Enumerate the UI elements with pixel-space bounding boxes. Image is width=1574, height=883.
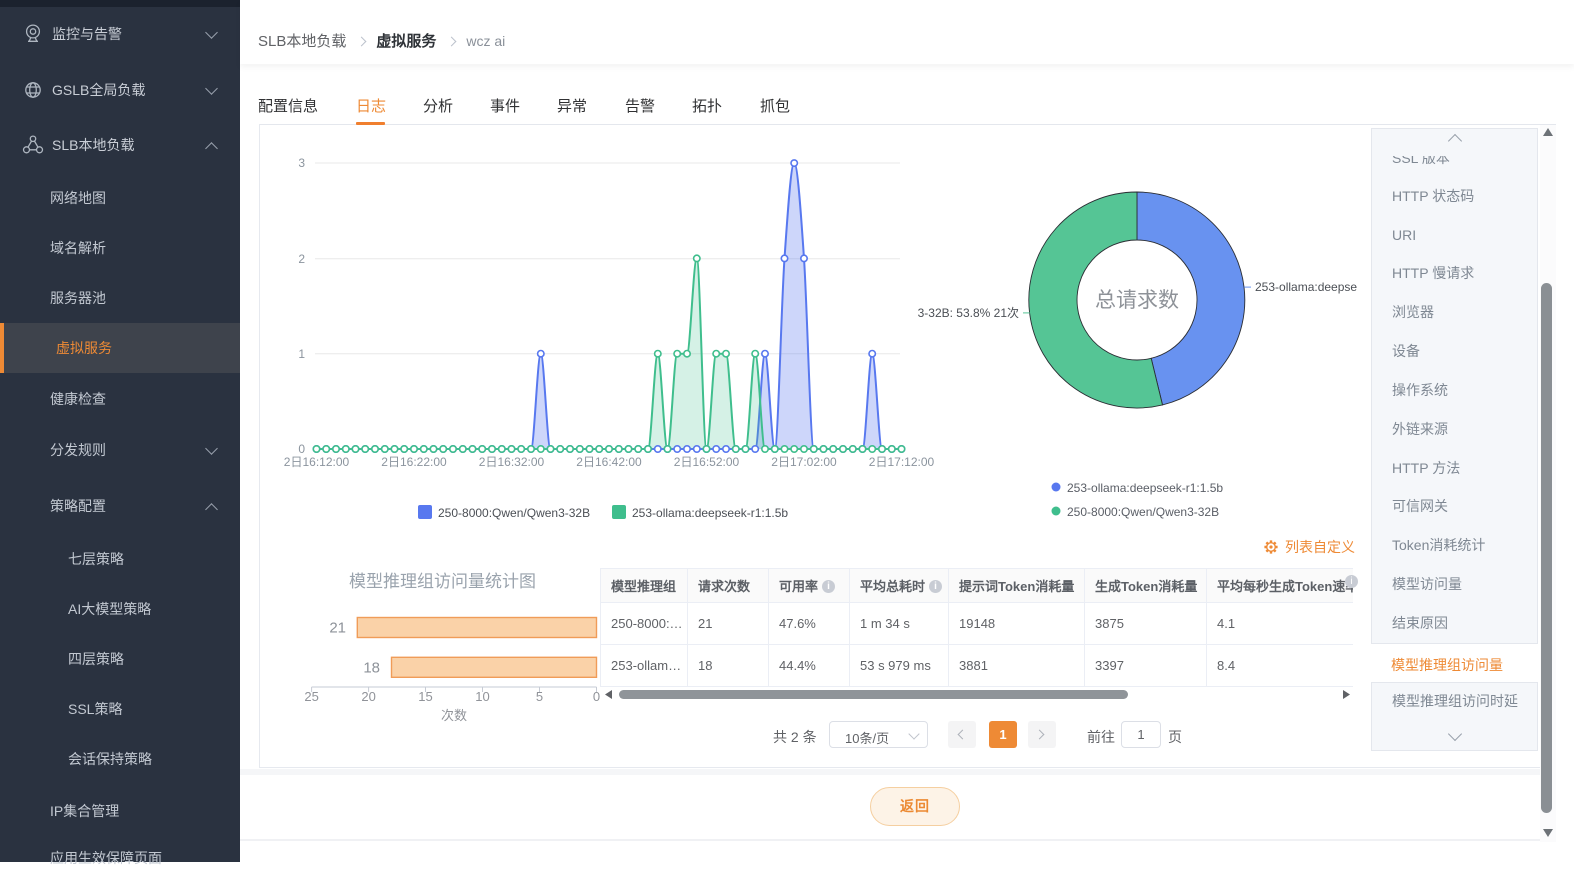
svg-text:20: 20 <box>361 689 375 704</box>
svg-text:2: 2 <box>298 252 305 266</box>
svg-text:2日16:42:00: 2日16:42:00 <box>576 455 642 469</box>
svg-text:2日17:12:00: 2日17:12:00 <box>869 455 935 469</box>
svg-text:2日16:32:00: 2日16:32:00 <box>479 455 545 469</box>
svg-text:2日16:52:00: 2日16:52:00 <box>674 455 740 469</box>
svg-text:18: 18 <box>363 659 380 676</box>
svg-text:5: 5 <box>536 689 543 704</box>
svg-text:1: 1 <box>298 347 305 361</box>
svg-text:2日16:22:00: 2日16:22:00 <box>381 455 447 469</box>
svg-text:253-ollama:deepseek-r1:1.5b: 253-ollama:deepseek-r1:1.5b <box>632 506 788 520</box>
svg-text:次数: 次数 <box>441 708 467 723</box>
svg-text:模型推理组访问量统计图: 模型推理组访问量统计图 <box>349 572 536 591</box>
svg-text:2日17:02:00: 2日17:02:00 <box>771 455 837 469</box>
svg-text:总请求数: 总请求数 <box>1095 289 1179 312</box>
svg-text:25: 25 <box>304 689 318 704</box>
svg-text:3-32B: 53.8% 21次: 3-32B: 53.8% 21次 <box>918 306 1019 320</box>
svg-text:10: 10 <box>475 689 489 704</box>
svg-text:253-ollama:deepse: 253-ollama:deepse <box>1255 280 1357 294</box>
svg-text:3: 3 <box>298 156 305 170</box>
svg-text:列表自定义: 列表自定义 <box>1285 539 1355 555</box>
svg-text:0: 0 <box>593 689 600 704</box>
svg-text:250-8000:Qwen/Qwen3-32B: 250-8000:Qwen/Qwen3-32B <box>1067 505 1219 519</box>
svg-text:15: 15 <box>418 689 432 704</box>
svg-text:2日16:12:00: 2日16:12:00 <box>284 455 350 469</box>
svg-text:250-8000:Qwen/Qwen3-32B: 250-8000:Qwen/Qwen3-32B <box>438 506 590 520</box>
svg-text:253-ollama:deepseek-r1:1.5b: 253-ollama:deepseek-r1:1.5b <box>1067 481 1223 495</box>
svg-text:21: 21 <box>329 620 346 637</box>
svg-text:0: 0 <box>298 442 305 456</box>
